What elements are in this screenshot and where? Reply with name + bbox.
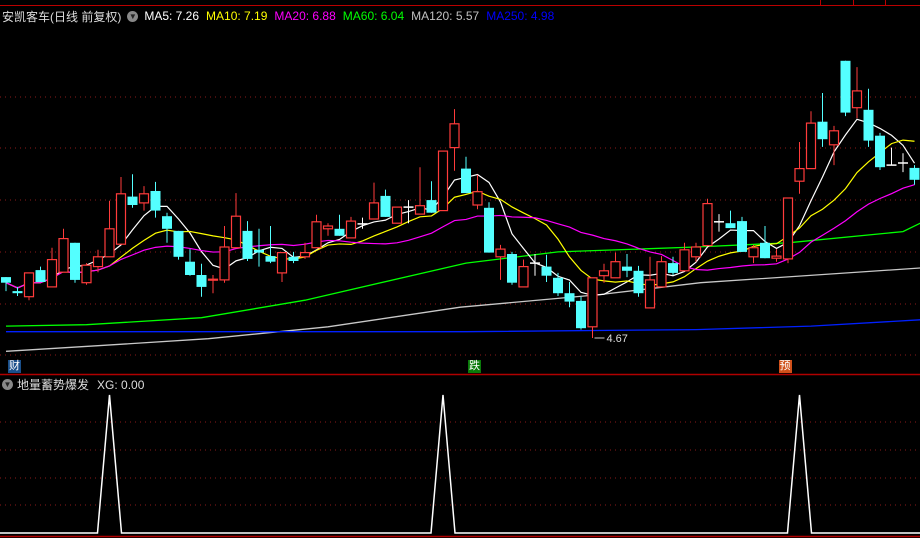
candle-body-up xyxy=(437,150,449,212)
candle-body-up xyxy=(851,90,863,109)
candle-body-down xyxy=(760,242,770,259)
candle-body-up xyxy=(690,246,702,258)
candle-body-down xyxy=(633,270,644,294)
candle-body-up xyxy=(230,215,242,249)
candle-body-down xyxy=(334,228,345,236)
candle-body-down xyxy=(863,109,874,141)
candle-body-up xyxy=(610,261,621,279)
candle-body-down xyxy=(162,216,172,229)
candle-body-up xyxy=(81,264,92,284)
candle-body-down xyxy=(484,207,494,253)
candle-body-up xyxy=(368,202,380,220)
ma-label: MA10: 7.19 xyxy=(206,9,268,23)
ma-line-ma120 xyxy=(5,267,920,352)
candle-body-up xyxy=(702,203,713,247)
candle-body-down xyxy=(288,256,299,261)
candle-body-down xyxy=(185,261,195,275)
candle-body-down xyxy=(737,221,747,252)
candle-body-down xyxy=(576,300,586,329)
candle-body-up xyxy=(92,256,104,268)
candle-body-down xyxy=(461,168,471,194)
chart-header: 安凯客车(日线 前复权) ▼ MA5: 7.26 MA10: 7.19 MA20: … xyxy=(2,8,554,24)
ma-label: MA5: 7.26 xyxy=(144,9,200,23)
candle-body-up xyxy=(748,247,759,258)
candle-body-up xyxy=(104,228,115,258)
indicator-value: XG: 0.00 xyxy=(97,377,145,392)
candle-body-up xyxy=(805,122,817,170)
candle-body-down xyxy=(35,270,46,282)
candle-body-down xyxy=(242,230,253,259)
candle-body-down xyxy=(127,196,138,205)
candle-body-up xyxy=(771,255,782,259)
sub-panel-header: ▼ 地量蓄势爆发 XG: 0.00 xyxy=(2,376,144,393)
candle-body-up xyxy=(782,197,794,260)
chevron-down-icon[interactable]: ▼ xyxy=(2,379,13,390)
candle-body-up xyxy=(46,259,58,288)
candle-body-down xyxy=(564,293,575,302)
candle-body-down xyxy=(173,230,184,257)
ma-label: MA60: 6.04 xyxy=(342,9,405,23)
candle-body-down xyxy=(426,200,437,213)
ma-line-ma5 xyxy=(5,118,916,296)
candle-body-up xyxy=(207,278,219,281)
candle-body-down xyxy=(70,242,80,280)
candle-body-up xyxy=(828,130,840,146)
candle-body-up xyxy=(679,249,690,272)
candle-body-down xyxy=(265,256,276,262)
ma-line-ma10 xyxy=(5,139,915,289)
ma-label: MA20: 6.88 xyxy=(274,9,336,23)
candle-body-down xyxy=(196,275,207,287)
signal-marker[interactable]: 跌 xyxy=(468,360,481,373)
candle-body-up xyxy=(449,123,460,149)
candle-body-down xyxy=(909,167,920,180)
candle-body-up xyxy=(58,238,69,273)
candle-body-down xyxy=(875,135,885,168)
candle-body-up xyxy=(138,193,150,204)
candle-body-up xyxy=(794,168,805,182)
candle-body-up xyxy=(518,266,529,288)
signal-marker[interactable]: 财 xyxy=(8,360,21,373)
candle-body-up xyxy=(115,193,127,245)
candle-body-down xyxy=(12,291,23,294)
candle-body-down xyxy=(254,249,264,253)
candle-body-up xyxy=(299,252,311,258)
candle-body-down xyxy=(622,266,632,271)
candle-body-down xyxy=(668,263,678,273)
candle-body-up xyxy=(472,191,483,206)
candle-body-up xyxy=(311,221,322,249)
candle-body-up xyxy=(598,270,610,277)
candle-body-down xyxy=(840,60,851,113)
candle-body-up xyxy=(219,246,230,281)
candle-body-down xyxy=(507,254,517,283)
candle-body-up xyxy=(414,205,426,215)
candle-body-down xyxy=(553,277,563,294)
candle-body-up xyxy=(495,248,506,258)
candle-body-down xyxy=(1,277,11,283)
low-price-label: 4.67 xyxy=(607,333,628,345)
candle-body-up xyxy=(276,252,288,274)
candle-body-up xyxy=(644,279,656,309)
candle-body-up xyxy=(656,261,667,288)
candle-body-down xyxy=(725,223,736,229)
candle-body-up xyxy=(322,225,334,230)
ma-label: MA250: 4.98 xyxy=(486,9,555,23)
indicator-title: 地量蓄势爆发 xyxy=(17,378,90,392)
candle-body-down xyxy=(817,121,828,140)
candle-body-up xyxy=(391,206,403,224)
candle-body-up xyxy=(345,220,357,239)
signal-marker[interactable]: 预 xyxy=(778,360,792,373)
ma-label: MA120: 5.57 xyxy=(411,9,480,23)
candle-body-up xyxy=(587,277,598,328)
candle-body-down xyxy=(380,195,391,217)
candle-body-down xyxy=(541,266,552,276)
xg-line xyxy=(0,394,920,534)
chevron-down-icon[interactable]: ▼ xyxy=(127,10,139,22)
candle-body-down xyxy=(150,191,161,211)
stock-title: 安凯客车(日线 前复权) xyxy=(2,9,122,24)
candle-body-up xyxy=(23,272,35,298)
ma-legend: MA5: 7.26 MA10: 7.19 MA20: 6.88 MA60: 6.04 M… xyxy=(144,9,554,23)
kline-chart: 4.67 xyxy=(0,60,920,538)
